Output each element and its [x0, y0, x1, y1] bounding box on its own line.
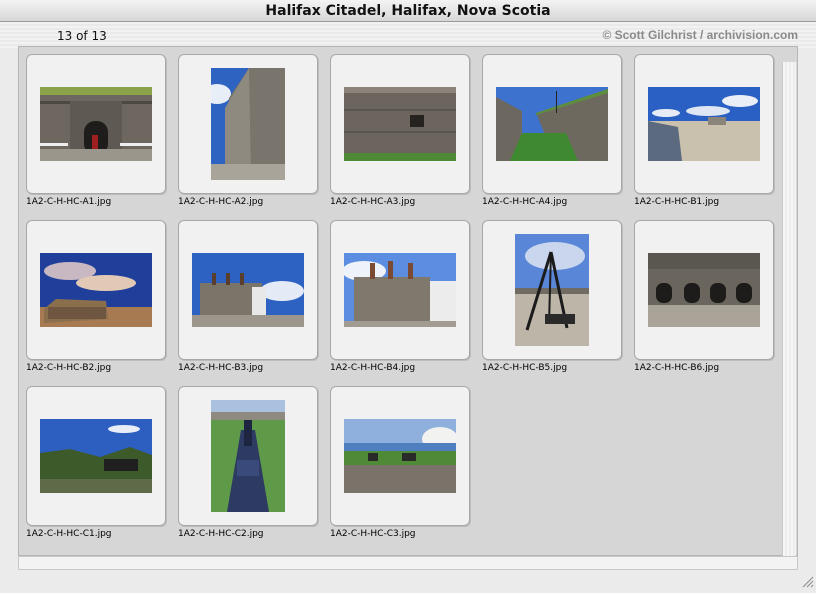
- vertical-scrollbar[interactable]: [782, 62, 796, 556]
- thumbnail-item[interactable]: 1A2-C-H-HC-C2.jpg: [178, 386, 330, 552]
- thumbnail-item[interactable]: 1A2-C-H-HC-A2.jpg: [178, 54, 330, 220]
- slide-frame[interactable]: [330, 220, 470, 360]
- thumbnail-image[interactable]: [344, 419, 456, 493]
- thumbnail-filename: 1A2-C-H-HC-A1.jpg: [26, 197, 112, 207]
- window-title[interactable]: Halifax Citadel, Halifax, Nova Scotia: [0, 0, 816, 22]
- thumbnail-image[interactable]: [515, 234, 589, 346]
- thumbnail-item[interactable]: 1A2-C-H-HC-A3.jpg: [330, 54, 482, 220]
- thumbnail-filename: 1A2-C-H-HC-A3.jpg: [330, 197, 416, 207]
- thumbnail-image[interactable]: [648, 87, 760, 161]
- thumbnail-item[interactable]: 1A2-C-H-HC-B2.jpg: [26, 220, 178, 386]
- thumbnail-image[interactable]: [192, 253, 304, 327]
- thumbnail-item[interactable]: 1A2-C-H-HC-C3.jpg: [330, 386, 482, 552]
- info-bar: 13 of 13 © Scott Gilchrist / archivision…: [0, 22, 816, 48]
- thumbnail-item[interactable]: 1A2-C-H-HC-A1.jpg: [26, 54, 178, 220]
- thumbnail-item[interactable]: 1A2-C-H-HC-B1.jpg: [634, 54, 786, 220]
- slide-frame[interactable]: [634, 220, 774, 360]
- image-counter: 13 of 13: [57, 29, 107, 43]
- thumbnail-filename: 1A2-C-H-HC-B6.jpg: [634, 363, 720, 373]
- thumbnail-grid: 1A2-C-H-HC-A1.jpg 1A2-C-H-HC-A2.jpg 1A2-…: [18, 46, 798, 556]
- copyright-credit: © Scott Gilchrist / archivision.com: [602, 28, 798, 42]
- thumbnail-item[interactable]: 1A2-C-H-HC-B6.jpg: [634, 220, 786, 386]
- slide-frame[interactable]: [482, 54, 622, 194]
- thumbnail-filename: 1A2-C-H-HC-A2.jpg: [178, 197, 264, 207]
- slide-frame[interactable]: [330, 386, 470, 526]
- slide-frame[interactable]: [26, 54, 166, 194]
- slide-frame[interactable]: [330, 54, 470, 194]
- thumbnail-image[interactable]: [344, 87, 456, 161]
- slide-frame[interactable]: [634, 54, 774, 194]
- thumbnail-image[interactable]: [40, 87, 152, 161]
- thumbnail-image[interactable]: [648, 253, 760, 327]
- thumbnail-filename: 1A2-C-H-HC-C3.jpg: [330, 529, 416, 539]
- resize-grip-icon[interactable]: [800, 574, 814, 588]
- thumbnail-image[interactable]: [40, 253, 152, 327]
- slide-frame[interactable]: [178, 220, 318, 360]
- thumbnail-filename: 1A2-C-H-HC-B3.jpg: [178, 363, 264, 373]
- thumbnail-filename: 1A2-C-H-HC-A4.jpg: [482, 197, 568, 207]
- slide-frame[interactable]: [482, 220, 622, 360]
- thumbnail-filename: 1A2-C-H-HC-C1.jpg: [26, 529, 112, 539]
- thumbnail-item[interactable]: 1A2-C-H-HC-A4.jpg: [482, 54, 634, 220]
- thumbnail-item[interactable]: 1A2-C-H-HC-B5.jpg: [482, 220, 634, 386]
- slide-frame[interactable]: [178, 386, 318, 526]
- slide-frame[interactable]: [26, 220, 166, 360]
- slide-frame[interactable]: [26, 386, 166, 526]
- thumbnail-image[interactable]: [40, 419, 152, 493]
- thumbnail-filename: 1A2-C-H-HC-B4.jpg: [330, 363, 416, 373]
- horizontal-scrollbar[interactable]: [18, 556, 798, 570]
- thumbnail-image[interactable]: [211, 68, 285, 180]
- thumbnail-item[interactable]: 1A2-C-H-HC-B4.jpg: [330, 220, 482, 386]
- slide-frame[interactable]: [178, 54, 318, 194]
- thumbnail-filename: 1A2-C-H-HC-C2.jpg: [178, 529, 264, 539]
- thumbnail-item[interactable]: 1A2-C-H-HC-C1.jpg: [26, 386, 178, 552]
- thumbnail-filename: 1A2-C-H-HC-B2.jpg: [26, 363, 112, 373]
- thumbnail-image[interactable]: [496, 87, 608, 161]
- thumbnail-filename: 1A2-C-H-HC-B1.jpg: [634, 197, 720, 207]
- thumbnail-image[interactable]: [211, 400, 285, 512]
- thumbnail-item[interactable]: 1A2-C-H-HC-B3.jpg: [178, 220, 330, 386]
- thumbnail-image[interactable]: [344, 253, 456, 327]
- thumbnail-filename: 1A2-C-H-HC-B5.jpg: [482, 363, 568, 373]
